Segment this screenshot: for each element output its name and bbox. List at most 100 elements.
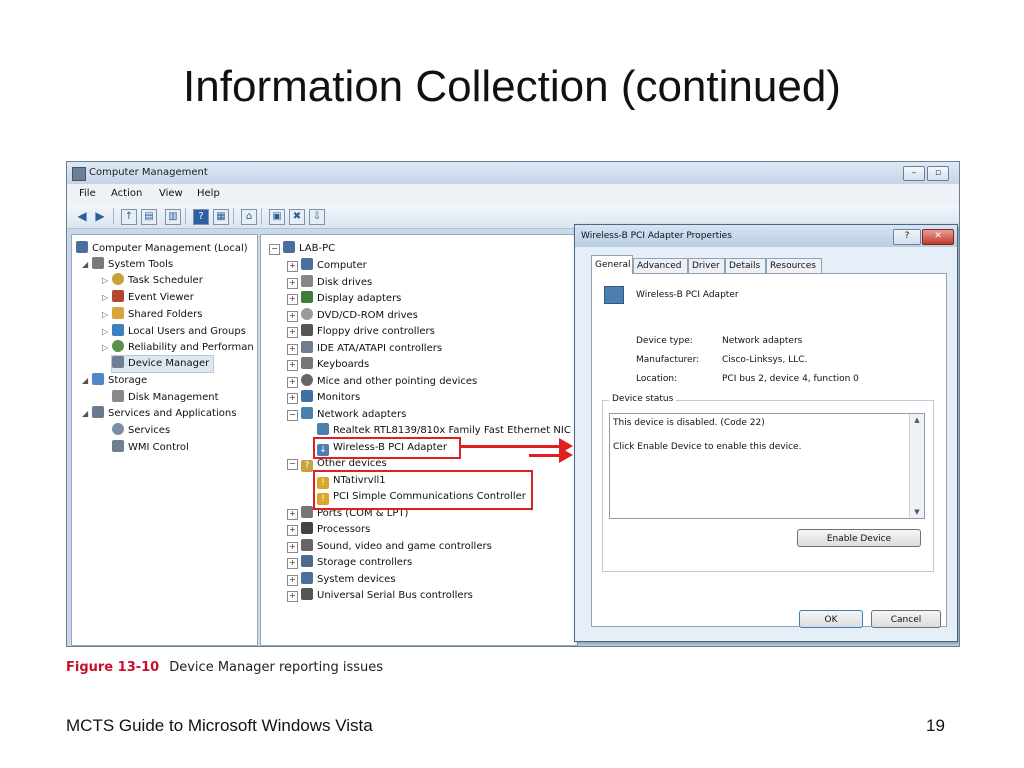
ok-button[interactable]: OK: [799, 610, 863, 628]
uninstall-icon[interactable]: ✖: [289, 209, 305, 225]
collapsed-arrow-icon[interactable]: ▷: [102, 340, 112, 356]
tab-general[interactable]: General: [591, 255, 633, 274]
collapsed-arrow-icon[interactable]: ▷: [102, 307, 112, 323]
tree-item-wmi-control[interactable]: WMI Control: [112, 440, 189, 456]
show-hide-tree-icon[interactable]: ▤: [141, 209, 157, 225]
menu-help[interactable]: Help: [197, 188, 220, 199]
update-driver-icon[interactable]: ▣: [269, 209, 285, 225]
tab-details[interactable]: Details: [725, 258, 766, 273]
tree-item-reliability[interactable]: ▷ Reliability and Performan: [102, 340, 254, 356]
tree-item-services[interactable]: Services: [112, 423, 170, 439]
device-node-computer[interactable]: + Computer: [287, 258, 367, 274]
disk-icon: [301, 275, 313, 287]
expand-toggle[interactable]: +: [287, 278, 298, 289]
disable-icon[interactable]: ⇩: [309, 209, 325, 225]
device-node-storage-controllers[interactable]: + Storage controllers: [287, 555, 412, 571]
collapsed-arrow-icon[interactable]: ▷: [102, 290, 112, 306]
device-node-disk-drives[interactable]: + Disk drives: [287, 275, 372, 291]
expand-toggle[interactable]: +: [287, 575, 298, 586]
floppy-icon: [301, 324, 313, 336]
restore-button[interactable]: ▫: [927, 166, 949, 181]
minimize-button[interactable]: –: [903, 166, 925, 181]
device-node-network-adapters[interactable]: − Network adapters: [287, 407, 406, 423]
device-node-system-devices[interactable]: + System devices: [287, 572, 396, 588]
help-button[interactable]: ?: [893, 229, 921, 245]
menu-view[interactable]: View: [159, 188, 183, 199]
expanded-arrow-icon[interactable]: ◢: [82, 373, 92, 389]
device-label: Keyboards: [317, 359, 370, 370]
view-icon[interactable]: ▦: [213, 209, 229, 225]
tree-item-device-manager[interactable]: Device Manager: [110, 355, 215, 373]
up-folder-icon[interactable]: ↑: [121, 209, 137, 225]
collapse-toggle[interactable]: −: [287, 410, 298, 421]
tree-item-disk-management[interactable]: Disk Management: [112, 390, 219, 406]
scroll-up-icon[interactable]: ▲: [910, 416, 924, 424]
collapse-toggle[interactable]: −: [287, 459, 298, 470]
device-node-floppy-controllers[interactable]: + Floppy drive controllers: [287, 324, 435, 340]
tree-item-local-users[interactable]: ▷ Local Users and Groups: [102, 324, 246, 340]
expand-toggle[interactable]: +: [287, 294, 298, 305]
device-status-textbox[interactable]: This device is disabled. (Code 22) Click…: [609, 413, 925, 519]
tree-item-label: Services: [128, 425, 171, 436]
device-node-display-adapters[interactable]: + Display adapters: [287, 291, 401, 307]
expand-toggle[interactable]: +: [287, 558, 298, 569]
enable-device-button[interactable]: Enable Device: [797, 529, 921, 547]
system-icon: [301, 572, 313, 584]
device-node-sound[interactable]: + Sound, video and game controllers: [287, 539, 492, 555]
tree-item-task-scheduler[interactable]: ▷ Task Scheduler: [102, 273, 203, 289]
device-node-lab-pc[interactable]: − LAB-PC: [269, 241, 335, 257]
tab-resources[interactable]: Resources: [766, 258, 822, 273]
tab-advanced[interactable]: Advanced: [633, 258, 688, 273]
expand-toggle[interactable]: +: [287, 542, 298, 553]
help-icon[interactable]: ?: [193, 209, 209, 225]
collapse-toggle[interactable]: −: [269, 244, 280, 255]
expand-toggle[interactable]: +: [287, 591, 298, 602]
expanded-arrow-icon[interactable]: ◢: [82, 257, 92, 273]
scan-hardware-icon[interactable]: ⌂: [241, 209, 257, 225]
collapsed-arrow-icon[interactable]: ▷: [102, 324, 112, 340]
event-icon: [112, 290, 124, 302]
manufacturer-label: Manufacturer:: [636, 355, 700, 365]
expand-toggle[interactable]: +: [287, 525, 298, 536]
device-node-processors[interactable]: + Processors: [287, 522, 370, 538]
device-label: Processors: [317, 524, 371, 535]
tree-item-event-viewer[interactable]: ▷ Event Viewer: [102, 290, 194, 306]
device-node-mice[interactable]: + Mice and other pointing devices: [287, 374, 477, 390]
cancel-button[interactable]: Cancel: [871, 610, 941, 628]
window-titlebar: Computer Management – ▫: [67, 162, 959, 184]
expand-toggle[interactable]: +: [287, 261, 298, 272]
device-node-keyboards[interactable]: + Keyboards: [287, 357, 369, 373]
forward-icon[interactable]: ▶: [93, 209, 107, 223]
display-icon: [301, 291, 313, 303]
tree-item-shared-folders[interactable]: ▷ Shared Folders: [102, 307, 203, 323]
collapsed-arrow-icon[interactable]: ▷: [102, 273, 112, 289]
tree-item-storage[interactable]: ◢ Storage: [82, 373, 147, 389]
dialog-highlight-arrow-head: [559, 447, 573, 463]
tree-item-computer-management[interactable]: Computer Management (Local): [76, 241, 248, 257]
expand-toggle[interactable]: +: [287, 311, 298, 322]
keyboard-icon: [301, 357, 313, 369]
device-node-ide-controllers[interactable]: + IDE ATA/ATAPI controllers: [287, 341, 442, 357]
device-node-monitors[interactable]: + Monitors: [287, 390, 360, 406]
tree-item-system-tools[interactable]: ◢ System Tools: [82, 257, 173, 273]
device-type-value: Network adapters: [722, 336, 803, 346]
tree-item-services-and-applications[interactable]: ◢ Services and Applications: [82, 406, 236, 422]
expand-toggle[interactable]: +: [287, 344, 298, 355]
expand-toggle[interactable]: +: [287, 327, 298, 338]
scroll-down-icon[interactable]: ▼: [910, 508, 924, 516]
expand-toggle[interactable]: +: [287, 393, 298, 404]
expanded-arrow-icon[interactable]: ◢: [82, 406, 92, 422]
close-button[interactable]: ✕: [922, 229, 954, 245]
device-node-dvd-drives[interactable]: + DVD/CD-ROM drives: [287, 308, 418, 324]
expand-toggle[interactable]: +: [287, 509, 298, 520]
status-scrollbar[interactable]: ▲ ▼: [909, 414, 924, 518]
back-icon[interactable]: ◀: [75, 209, 89, 223]
properties-icon[interactable]: ▥: [165, 209, 181, 225]
expand-toggle[interactable]: +: [287, 377, 298, 388]
menu-action[interactable]: Action: [111, 188, 142, 199]
menu-file[interactable]: File: [79, 188, 96, 199]
tree-item-label: Storage: [108, 375, 148, 386]
tab-driver[interactable]: Driver: [688, 258, 725, 273]
device-node-usb-controllers[interactable]: + Universal Serial Bus controllers: [287, 588, 473, 604]
expand-toggle[interactable]: +: [287, 360, 298, 371]
